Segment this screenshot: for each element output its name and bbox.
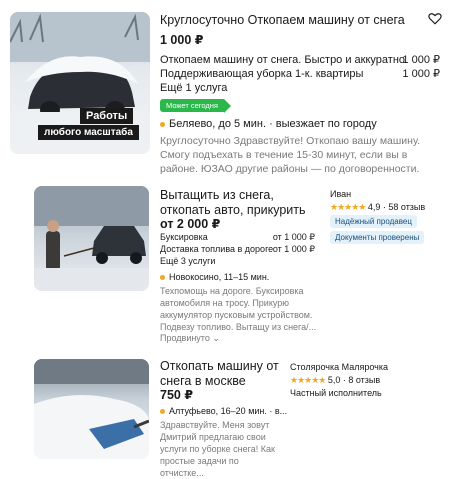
seller-rating: ★★★★★ 5,0 · 8 отзыв xyxy=(290,374,380,386)
chevron-down-icon: ⌄ xyxy=(212,333,220,343)
listing-1-title[interactable]: Круглосуточно Откопаем машину от снега xyxy=(160,13,420,28)
listing-3-title[interactable]: Откопать машину от снега в москве xyxy=(160,359,280,389)
listing-3-description: Здравствуйте. Меня зовут Дмитрий предлаг… xyxy=(160,420,275,478)
service-name: Поддерживающая уборка 1-к. квартиры xyxy=(160,68,364,80)
service-name: Доставка топлива в дороге xyxy=(160,244,274,254)
listing-card-3[interactable]: Откопать машину от снега в москве 750 ₽ … xyxy=(0,355,450,478)
listing-1-description: Круглосуточно Здравствуйте! Откопаю вашу… xyxy=(160,135,421,175)
snow-shovel-illustration xyxy=(34,359,149,459)
listing-2-location: Новокосино, 11–15 мин. xyxy=(160,271,269,283)
listing-card-1[interactable]: Работы любого масштаба Круглосуточно Отк… xyxy=(0,0,450,175)
favorite-heart-icon[interactable] xyxy=(428,12,442,25)
location-dot-icon xyxy=(160,275,165,281)
listing-2-description: Техпомощь на дороге. Буксировка автомоби… xyxy=(160,286,317,332)
more-services-link[interactable]: Ещё 3 услуги xyxy=(160,255,215,267)
seller-type: Частный исполнитель xyxy=(290,388,382,398)
rating-stars-icon: ★★★★★ xyxy=(290,375,326,385)
rating-text: 4,9 · 58 отзыв xyxy=(367,202,426,212)
listing-3-price: 750 ₽ xyxy=(160,388,194,402)
more-services-link[interactable]: Ещё 1 услуга xyxy=(160,81,227,95)
location-dot-icon xyxy=(160,409,165,415)
service-row: Откопаем машину от снега. Быстро и аккур… xyxy=(160,53,440,67)
listing-1-location: Беляево, до 5 мин. · выезжает по городу xyxy=(160,117,377,131)
rating-stars-icon: ★★★★★ xyxy=(330,202,366,212)
documents-verified-chip: Документы проверены xyxy=(330,231,425,244)
service-name: Буксировка xyxy=(160,232,208,242)
listing-1-photo[interactable]: Работы любого масштаба xyxy=(10,12,150,154)
seller-rating: ★★★★★ 4,9 · 58 отзыв xyxy=(330,201,425,213)
promoted-label: Продвинуто ⌄ xyxy=(160,332,220,344)
listing-3-photo[interactable] xyxy=(34,359,149,459)
service-row: Доставка топлива в дороге от 1 000 ₽ xyxy=(160,243,315,255)
rating-text: 5,0 · 8 отзыв xyxy=(327,375,381,385)
available-today-badge: Может сегодня xyxy=(160,99,231,113)
location-dot-icon xyxy=(160,121,165,127)
service-price: 1 000 ₽ xyxy=(402,68,440,80)
listing-card-2[interactable]: Вытащить из снега, откопать авто, прикур… xyxy=(0,180,450,350)
promoted-text: Продвинуто xyxy=(160,333,210,343)
photo-caption-2: любого масштаба xyxy=(38,125,139,140)
seller-name[interactable]: Иван xyxy=(330,188,351,200)
service-row: Буксировка от 1 000 ₽ xyxy=(160,231,315,243)
listing-3-location: Алтуфьево, 16–20 мин. · в... xyxy=(160,405,287,417)
listing-1-price: 1 000 ₽ xyxy=(160,33,204,47)
seller-name[interactable]: Столярочка Малярочка xyxy=(290,361,388,373)
listing-2-title[interactable]: Вытащить из снега, откопать авто, прикур… xyxy=(160,188,310,218)
photo-caption-1: Работы xyxy=(80,108,134,124)
service-price: от 1 000 ₽ xyxy=(272,244,315,254)
service-price: 1 000 ₽ xyxy=(402,54,440,66)
trusted-seller-chip: Надёжный продавец xyxy=(330,215,417,228)
service-row: Поддерживающая уборка 1-к. квартиры 1 00… xyxy=(160,67,440,81)
tow-truck-illustration xyxy=(34,186,149,291)
service-price: от 1 000 ₽ xyxy=(272,232,315,242)
location-text: Алтуфьево, 16–20 мин. · в... xyxy=(169,406,288,416)
listing-2-photo[interactable] xyxy=(34,186,149,291)
service-name: Откопаем машину от снега. Быстро и аккур… xyxy=(160,54,406,66)
listing-2-price: от 2 000 ₽ xyxy=(160,217,221,231)
location-text: Новокосино, 11–15 мин. xyxy=(169,272,270,282)
location-text: Беляево, до 5 мин. · выезжает по городу xyxy=(169,118,377,130)
